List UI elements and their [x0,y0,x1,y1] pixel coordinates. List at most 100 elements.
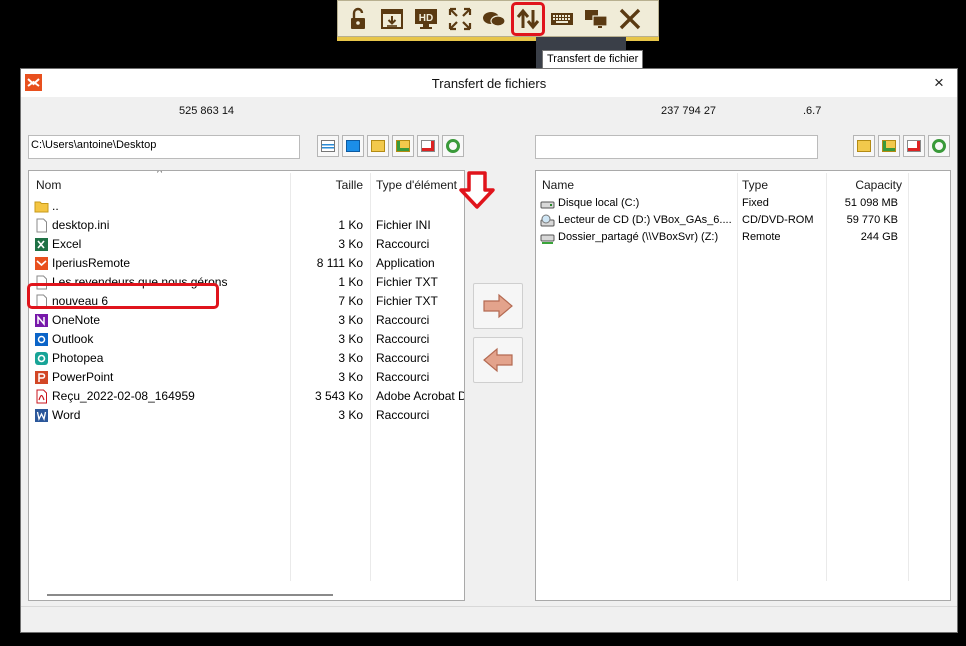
file-size: 3 Ko [338,370,363,384]
file-name: Reçu_2022-02-08_164959 [52,389,195,403]
file-transfer-window: Transfert de fichiers × 525 863 14 237 7… [20,68,958,633]
file-type: Raccourci [376,351,430,365]
file-type: Raccourci [376,237,430,251]
local-file-list[interactable]: Nom ^ Taille Type d'élément .. desktop.in… [28,170,465,601]
file-name: Outlook [52,332,94,346]
upload-to-remote-button[interactable] [473,283,523,329]
remote-refresh-button[interactable] [928,135,950,157]
hd-quality-button[interactable]: HD [409,2,443,36]
iperius-icon [34,256,49,271]
file-type: Fichier TXT [376,294,438,308]
file-row[interactable]: IperiusRemote 8 111 Ko Application [29,254,464,273]
folder-up-icon [857,140,871,152]
horizontal-scrollbar[interactable] [47,594,333,596]
delete-file-icon [907,140,921,152]
multi-monitor-button[interactable] [579,2,613,36]
svg-text:HD: HD [419,13,433,24]
drive-type: Fixed [742,197,769,209]
file-type: Raccourci [376,332,430,346]
file-size: 3 Ko [338,332,363,346]
left-counter: 525 863 14 [179,105,235,117]
file-type: Raccourci [376,370,430,384]
file-type: Raccourci [376,313,430,327]
file-row[interactable]: Excel 3 Ko Raccourci [29,235,464,254]
onenote-icon [34,313,49,328]
sort-ascending-icon: ^ [157,170,163,179]
unlock-button[interactable] [341,2,375,36]
tooltip: Transfert de fichier [542,50,644,69]
file-name: Word [52,408,81,422]
refresh-icon [446,139,460,153]
file-row[interactable]: .. [29,197,464,216]
chat-icon [483,11,506,27]
new-folder-icon [396,140,410,152]
local-path-field[interactable]: C:\Users\antoine\Desktop [28,135,300,159]
remote-drive-list[interactable]: Name Type Capacity Disque local (C:) Fixe… [535,170,951,601]
unlock-icon [351,7,365,29]
right-counter-suffix: .6.7 [803,105,822,117]
drive-name: Disque local (C:) [558,197,640,209]
column-name[interactable]: Nom [36,171,61,197]
column-capacity[interactable]: Capacity [828,171,902,197]
network-drive-icon [540,231,555,246]
download-window-icon [381,8,403,29]
fullscreen-button[interactable] [443,2,477,36]
file-name: desktop.ini [52,218,110,232]
column-name[interactable]: Name [542,171,574,197]
keyboard-button[interactable] [545,2,579,36]
remote-path-field[interactable] [535,135,818,159]
local-desktop-button[interactable] [342,135,364,157]
right-counter: 237 794 27 [661,105,717,117]
file-name: Photopea [52,351,104,365]
keyboard-icon [551,12,573,25]
drive-name: Dossier_partagé (\\VBoxSvr) (Z:) [558,231,719,243]
remote-delete-button[interactable] [903,135,925,157]
file-row[interactable]: Reçu_2022-02-08_164959 3 543 Ko Adobe Acro… [29,387,464,406]
column-type[interactable]: Type d'élément [376,171,464,197]
title-bar: Transfert de fichiers × [21,69,957,97]
file-name: .. [52,199,59,213]
close-icon [619,8,641,29]
drive-list-icon [321,140,335,152]
column-type[interactable]: Type [742,171,768,197]
status-bar [21,606,957,632]
file-row[interactable]: Word 3 Ko Raccourci [29,406,464,425]
fullscreen-icon [448,7,472,30]
delete-file-icon [421,140,435,152]
file-row[interactable]: PowerPoint 3 Ko Raccourci [29,368,464,387]
app-logo-icon [25,74,42,91]
chat-button[interactable] [477,2,511,36]
screen: HD Transfert de fichier Transfert de fic… [0,0,966,646]
drive-name: Lecteur de CD (D:) VBox_GAs_6.... [558,214,732,226]
folder-icon [34,199,49,214]
window-close-button[interactable]: × [929,73,949,93]
file-row[interactable]: Photopea 3 Ko Raccourci [29,349,464,368]
file-row[interactable]: desktop.ini 1 Ko Fichier INI [29,216,464,235]
local-new-folder-button[interactable] [392,135,414,157]
file-row[interactable]: OneNote 3 Ko Raccourci [29,311,464,330]
window-title: Transfert de fichiers [431,75,547,91]
column-size[interactable]: Taille [291,171,363,197]
local-drives-button[interactable] [317,135,339,157]
new-folder-icon [882,140,896,152]
download-to-local-button[interactable] [473,337,523,383]
disconnect-button[interactable] [613,2,647,36]
pdf-icon [34,389,49,404]
remote-parent-folder-button[interactable] [853,135,875,157]
file-row[interactable]: Outlook 3 Ko Raccourci [29,330,464,349]
annotation-arrow-down-icon [459,171,495,209]
outlook-icon [34,332,49,347]
excel-icon [34,237,49,252]
multi-monitor-icon [585,9,608,28]
folder-up-icon [371,140,385,152]
file-transfer-button[interactable] [511,1,545,36]
remote-new-folder-button[interactable] [878,135,900,157]
file-name: PowerPoint [52,370,114,384]
word-icon [34,408,49,423]
drive-row[interactable]: Dossier_partagé (\\VBoxSvr) (Z:) Remote 24… [536,229,950,248]
local-delete-button[interactable] [417,135,439,157]
local-refresh-button[interactable] [442,135,464,157]
local-parent-folder-button[interactable] [367,135,389,157]
download-window-button[interactable] [375,2,409,36]
file-type: Application [376,256,435,270]
